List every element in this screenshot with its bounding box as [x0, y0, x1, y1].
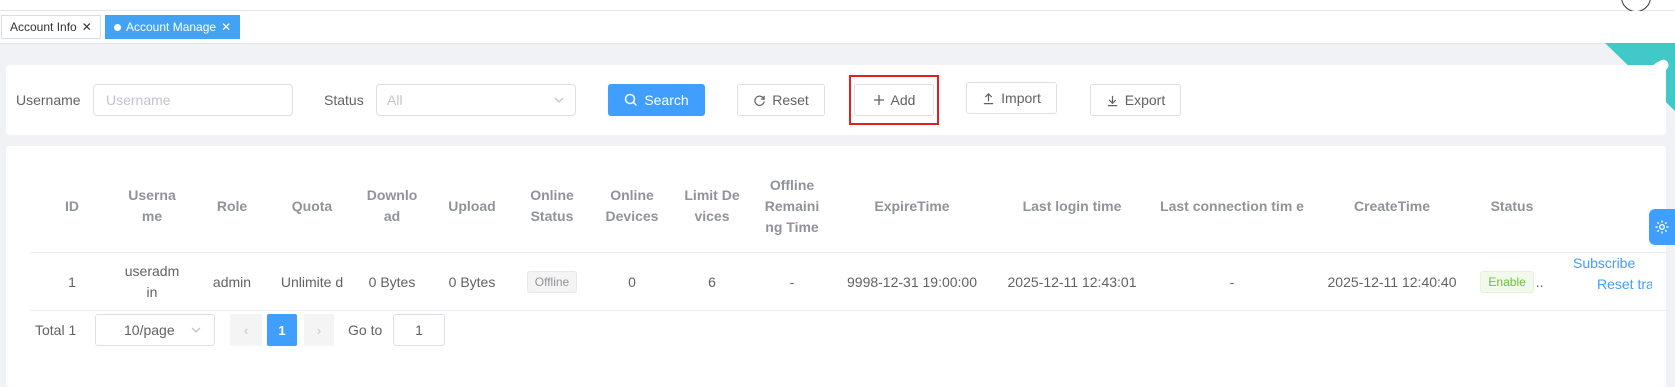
tags-view-bar: Account Info ✕ Account Manage ✕ — [0, 11, 1675, 44]
chevron-down-icon — [191, 327, 201, 333]
status-ellipsis: .. — [1535, 273, 1544, 290]
add-button-highlight — [849, 75, 939, 125]
cell-quota: Unlimite d — [280, 273, 344, 290]
header-upload: Upload — [448, 197, 496, 214]
reset-button-label: Reset — [772, 92, 809, 108]
cell-role: admin — [212, 273, 252, 290]
cell-create-time: 2025-12-11 12:40:40 — [1327, 273, 1457, 290]
close-icon[interactable]: ✕ — [221, 16, 231, 38]
export-button[interactable]: Export — [1090, 84, 1181, 116]
page-size-value: 10/page — [124, 322, 175, 338]
tab-label: Account Info — [10, 20, 77, 34]
search-button[interactable]: Search — [608, 84, 705, 116]
reset-traffic-link[interactable]: Reset tra — [1597, 276, 1652, 292]
top-bar — [0, 0, 1675, 12]
search-form: Username Status All Search Reset Add Imp… — [6, 65, 1666, 135]
export-button-label: Export — [1124, 92, 1166, 108]
close-icon[interactable]: ✕ — [82, 16, 92, 38]
cell-expire-time: 9998-12-31 19:00:00 — [847, 273, 977, 290]
cell-upload: 0 Bytes — [448, 273, 496, 290]
total-count: Total 1 — [35, 322, 77, 338]
cell-status: Enable .. — [1472, 253, 1552, 311]
offline-tag: Offline — [526, 271, 578, 293]
tab-label: Account Manage — [126, 20, 217, 34]
status-select[interactable]: All — [376, 84, 576, 116]
search-icon — [625, 93, 638, 107]
prev-page-button[interactable]: ‹ — [230, 314, 262, 346]
header-expire-time: ExpireTime — [874, 197, 950, 214]
cell-id: 1 — [68, 273, 76, 290]
header-create-time: CreateTime — [1353, 197, 1430, 214]
goto-label: Go to — [348, 322, 383, 338]
header-online-devices: Online Devices — [605, 187, 659, 224]
header-offline-remaining: Offline Remaini ng Time — [764, 176, 820, 235]
page-size-select[interactable]: 10/page — [95, 314, 215, 346]
header-last-connection: Last connection tim e — [1160, 197, 1304, 214]
chevron-left-icon: ‹ — [243, 322, 249, 338]
search-button-label: Search — [644, 92, 689, 108]
upload-icon — [984, 92, 994, 104]
goto-page-input[interactable]: 1 — [393, 314, 445, 346]
status-label: Status — [324, 92, 364, 108]
cell-last-login: 2025-12-11 12:43:01 — [1007, 273, 1137, 290]
cell-limit-devices: 6 — [708, 273, 716, 290]
import-button[interactable]: Import — [966, 82, 1057, 114]
cell-actions: Subscribe Reset tra — [1552, 253, 1652, 311]
settings-drawer-button[interactable] — [1649, 209, 1675, 245]
account-table-card: ID Userna me Role Quota Downlo ad Upload… — [6, 146, 1670, 387]
tab-account-manage[interactable]: Account Manage ✕ — [105, 15, 241, 39]
header-username: Userna me — [128, 187, 176, 224]
cell-online-devices: 0 — [628, 273, 636, 290]
chevron-down-icon — [554, 97, 564, 103]
cell-offline-remaining: - — [789, 273, 795, 290]
cell-online-status: Offline — [512, 253, 592, 311]
next-page-button[interactable]: › — [304, 314, 334, 346]
gear-icon — [1655, 220, 1669, 234]
tab-account-info[interactable]: Account Info ✕ — [1, 15, 101, 39]
header-quota: Quota — [291, 197, 333, 214]
cell-download: 0 Bytes — [368, 273, 416, 290]
username-input[interactable] — [93, 84, 293, 116]
refresh-icon — [754, 95, 765, 106]
header-limit-devices: Limit De vices — [684, 187, 740, 224]
active-dot-icon — [114, 23, 121, 31]
enable-tag: Enable — [1480, 271, 1534, 293]
row-divider — [30, 310, 1670, 311]
chevron-right-icon: › — [316, 322, 322, 338]
cell-username: useradm in — [124, 263, 180, 300]
import-button-label: Import — [1001, 90, 1041, 106]
header-online-status: Online Status — [530, 187, 574, 224]
username-label: Username — [16, 92, 81, 108]
header-role: Role — [216, 197, 248, 214]
subscribe-link[interactable]: Subscribe — [1573, 255, 1635, 271]
header-id: ID — [65, 197, 79, 214]
cell-last-connection: - — [1229, 273, 1235, 290]
reset-button[interactable]: Reset — [737, 84, 825, 116]
download-icon — [1107, 95, 1117, 106]
status-select-value: All — [387, 92, 403, 108]
header-download: Downlo ad — [366, 187, 418, 224]
header-last-login: Last login time — [1022, 197, 1122, 214]
header-status: Status — [1490, 197, 1534, 214]
page-number-button[interactable]: 1 — [267, 314, 297, 346]
